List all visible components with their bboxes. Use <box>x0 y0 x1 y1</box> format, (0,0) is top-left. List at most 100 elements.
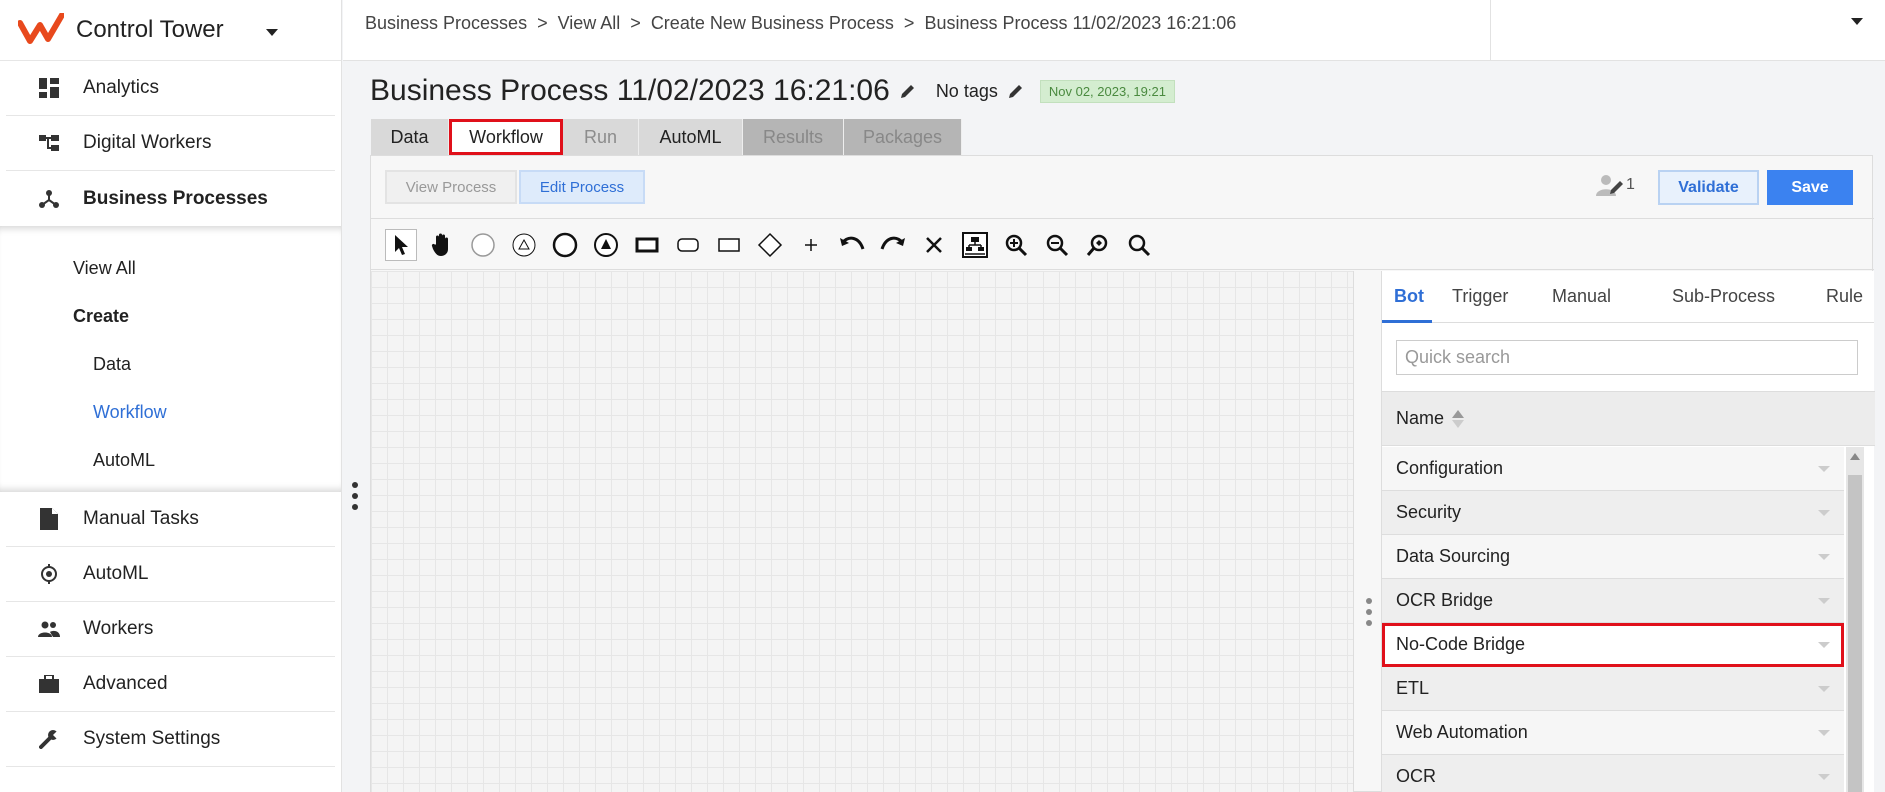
task-icon[interactable] <box>631 229 663 261</box>
sidebar-item-analytics[interactable]: Analytics <box>6 61 335 116</box>
list-item-no-code-bridge[interactable]: No-Code Bridge <box>1382 623 1844 667</box>
sidebar-item-manual-tasks[interactable]: Manual Tasks <box>6 492 335 547</box>
palette-tab-rule[interactable]: Rule <box>1826 286 1863 307</box>
breadcrumb-create-new[interactable]: Create New Business Process <box>651 13 894 34</box>
breadcrumb-current: Business Process 11/02/2023 16:21:06 <box>924 13 1237 33</box>
subprocess-icon[interactable] <box>713 229 745 261</box>
expand-icon[interactable] <box>1818 729 1830 736</box>
expand-icon[interactable] <box>1818 465 1830 472</box>
submenu-workflow[interactable]: Workflow <box>0 388 341 436</box>
expand-icon[interactable] <box>1818 641 1830 648</box>
end-event-icon[interactable] <box>549 229 581 261</box>
sidebar-item-digital-workers[interactable]: Digital Workers <box>6 116 335 171</box>
tab-data[interactable]: Data <box>371 119 449 155</box>
palette-tab-bot[interactable]: Bot <box>1394 286 1424 307</box>
zoom-out-icon[interactable] <box>1041 229 1073 261</box>
start-event-triangle-icon[interactable] <box>508 229 540 261</box>
redo-icon[interactable] <box>877 229 909 261</box>
collaborators[interactable]: 1 <box>1596 174 1635 196</box>
pointer-icon[interactable] <box>385 228 417 261</box>
sidebar-item-business-processes[interactable]: Business Processes <box>0 171 341 226</box>
palette-tab-manual[interactable]: Manual <box>1552 286 1611 307</box>
list-item-label: ETL <box>1396 678 1430 698</box>
user-menu-chevron-down-icon[interactable] <box>1851 18 1863 25</box>
scrollbar-thumb[interactable] <box>1848 475 1862 792</box>
edit-process-button[interactable]: Edit Process <box>519 170 645 204</box>
validate-button[interactable]: Validate <box>1658 170 1759 205</box>
list-item-configuration[interactable]: Configuration <box>1382 447 1844 491</box>
sidebar-item-advanced[interactable]: Advanced <box>6 657 335 712</box>
sidebar-item-label: Workers <box>83 618 154 639</box>
delete-icon[interactable] <box>918 229 950 261</box>
sidebar-resize-handle[interactable] <box>352 482 358 510</box>
edit-tags-pencil-icon[interactable] <box>1008 81 1028 101</box>
undo-icon[interactable] <box>836 229 868 261</box>
tab-results[interactable]: Results <box>743 119 844 155</box>
submenu-create[interactable]: Create <box>0 292 341 340</box>
expand-icon[interactable] <box>1818 773 1830 780</box>
expand-icon[interactable] <box>1818 597 1830 604</box>
zoom-reset-icon[interactable] <box>1123 229 1155 261</box>
list-item-label: No-Code Bridge <box>1396 634 1526 654</box>
gateway-icon[interactable] <box>754 229 786 261</box>
list-item-web-automation[interactable]: Web Automation <box>1382 711 1844 755</box>
zoom-fit-icon[interactable] <box>1082 229 1114 261</box>
breadcrumb-view-all[interactable]: View All <box>558 13 621 34</box>
quick-search-input[interactable] <box>1397 341 1857 374</box>
submenu-view-all[interactable]: View All <box>0 244 341 292</box>
rounded-task-icon[interactable] <box>672 229 704 261</box>
list-item-data-sourcing[interactable]: Data Sourcing <box>1382 535 1844 579</box>
scroll-up-icon[interactable] <box>1850 453 1860 460</box>
list-item-etl[interactable]: ETL <box>1382 667 1844 711</box>
palette-tab-trigger[interactable]: Trigger <box>1452 286 1508 307</box>
list-item-security[interactable]: Security <box>1382 491 1844 535</box>
workflow-canvas[interactable] <box>371 271 1354 792</box>
name-column-header[interactable]: Name <box>1382 391 1875 446</box>
top-bar: Business Processes > View All > Create N… <box>343 0 1885 61</box>
hand-icon[interactable] <box>426 229 458 261</box>
view-process-button[interactable]: View Process <box>385 170 517 204</box>
end-event-triangle-icon[interactable] <box>590 229 622 261</box>
quick-search-field[interactable] <box>1396 340 1858 375</box>
process-icon <box>37 187 61 211</box>
tab-packages[interactable]: Packages <box>844 119 962 155</box>
sidebar-item-system-settings[interactable]: System Settings <box>6 712 335 767</box>
submenu-data[interactable]: Data <box>0 340 341 388</box>
active-tab-indicator <box>1382 320 1432 323</box>
palette-tab-sub-process[interactable]: Sub-Process <box>1672 286 1775 307</box>
edit-title-pencil-icon[interactable] <box>900 81 920 101</box>
chevron-down-icon[interactable] <box>265 28 278 36</box>
expand-icon[interactable] <box>1818 553 1830 560</box>
start-event-icon[interactable] <box>467 229 499 261</box>
app-name: Control Tower <box>76 16 224 43</box>
briefcase-icon <box>37 672 61 696</box>
add-icon[interactable] <box>795 229 827 261</box>
hierarchy-icon <box>37 131 61 155</box>
list-item-label: OCR Bridge <box>1396 590 1494 610</box>
palette-resize-handle[interactable] <box>1366 598 1372 626</box>
submenu-automl[interactable]: AutoML <box>0 436 341 484</box>
sidebar-item-label: System Settings <box>83 728 221 749</box>
list-item-ocr-bridge[interactable]: OCR Bridge <box>1382 579 1844 623</box>
list-item-ocr[interactable]: OCR <box>1382 755 1844 792</box>
brand-header[interactable]: Control Tower <box>0 0 341 61</box>
tab-automl[interactable]: AutoML <box>639 119 743 155</box>
tab-workflow[interactable]: Workflow <box>449 119 563 155</box>
title-row: Business Process 11/02/2023 16:21:06 No … <box>370 74 1175 108</box>
zoom-in-icon[interactable] <box>1000 229 1032 261</box>
breadcrumb-business-processes[interactable]: Business Processes <box>365 13 527 34</box>
expand-icon[interactable] <box>1818 509 1830 516</box>
sidebar-item-automl[interactable]: AutoML <box>6 547 335 602</box>
palette-scrollbar[interactable] <box>1846 447 1864 792</box>
sidebar-item-workers[interactable]: Workers <box>6 602 335 657</box>
tab-run[interactable]: Run <box>563 119 639 155</box>
list-item-label: OCR <box>1396 766 1436 786</box>
save-button[interactable]: Save <box>1767 170 1853 205</box>
sort-icon[interactable] <box>1452 409 1465 428</box>
people-icon <box>37 617 61 641</box>
chevron-right-icon: > <box>630 13 641 33</box>
diagram-toolbar <box>371 220 1874 270</box>
auto-layout-icon[interactable] <box>959 229 991 261</box>
expand-icon[interactable] <box>1818 685 1830 692</box>
list-item-label: Configuration <box>1396 458 1504 478</box>
